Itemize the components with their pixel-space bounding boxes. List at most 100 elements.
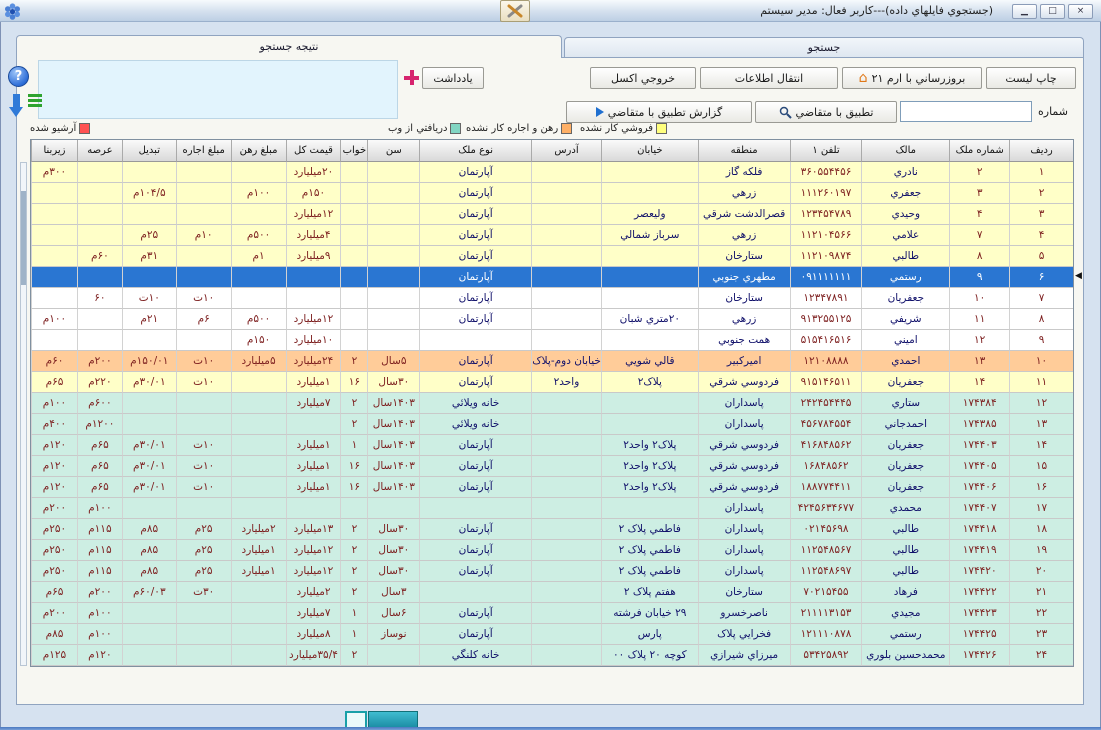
table-row[interactable]: ۲۳۱۷۴۴۲۵رستمي۱۲۱۱۱۰۸۷۸فخرايي پلاکپارسآپا… — [31, 624, 1073, 645]
column-header[interactable]: مبلغ اجاره — [176, 140, 231, 162]
match-applicant-button[interactable]: تطبيق با متقاضي — [755, 101, 897, 123]
column-header[interactable]: تلفن ۱ — [790, 140, 862, 162]
column-header[interactable]: رديف — [1009, 140, 1073, 162]
cell — [340, 498, 367, 519]
table-row[interactable]: ۱۲نادري۳۶۰۵۵۴۴۵۶فلکه گازآپارتمان۲۰ميليار… — [31, 162, 1073, 183]
table-row[interactable]: ۲۰۱۷۴۴۲۰طالبي۱۱۲۵۴۸۶۹۷پاسدارانفاطمي پلاک… — [31, 561, 1073, 582]
column-header[interactable]: آدرس — [531, 140, 601, 162]
cell — [367, 288, 419, 309]
cell: فردوسي شرقي — [698, 456, 790, 477]
tab-search[interactable]: جستجو — [564, 37, 1084, 58]
cell: پلاک۲ — [601, 372, 698, 393]
table-bar-icon — [28, 99, 42, 102]
column-header[interactable]: مالک — [861, 140, 949, 162]
maximize-button[interactable]: □ — [1040, 4, 1065, 19]
cell — [122, 603, 176, 624]
cell: ۲۵م — [176, 540, 231, 561]
table-row[interactable]: ۴۷علامي۱۱۲۱۰۴۵۶۶زرهيسرباز شماليآپارتمان۴… — [31, 225, 1073, 246]
table-row[interactable]: ۲۴۱۷۴۴۲۶محمدحسين بلوري۵۳۴۲۵۸۹۲ميرزاي شير… — [31, 645, 1073, 666]
table-row[interactable]: ۹۱۲اميني۵۱۵۴۱۶۵۱۶همت جنوبي۱۰ميليارد۱۵۰م — [31, 330, 1073, 351]
cell: ۲۹ خيابان فرشته — [601, 603, 698, 624]
cell: قصرالدشت شرقي — [698, 204, 790, 225]
note-button[interactable]: يادداشت — [422, 67, 484, 89]
table-row[interactable]: ۲۲۱۷۴۴۲۳مجيدي۲۱۱۱۱۳۱۵۳ناصرخسرو۲۹ خيابان … — [31, 603, 1073, 624]
cell — [176, 414, 231, 435]
close-button[interactable]: × — [1068, 4, 1093, 19]
import-from-web-icon[interactable] — [6, 92, 44, 124]
column-header[interactable]: عرصه — [77, 140, 122, 162]
cell: ۲۵م — [122, 225, 176, 246]
cell: ۸ — [949, 246, 1009, 267]
table-row[interactable]: ۱۳۱۷۴۳۸۵احمدجاني۴۵۶۷۸۴۵۵۴پاسدارانخانه وي… — [31, 414, 1073, 435]
column-header[interactable]: سن — [367, 140, 419, 162]
cell: ۱ميليارد — [286, 456, 341, 477]
cell: خانه کلنگي — [419, 645, 531, 666]
tools-button[interactable] — [500, 0, 530, 22]
cell: ۱۲ — [1009, 393, 1073, 414]
cell: کوچه ۲۰ پلاک ۰۰ — [601, 645, 698, 666]
cell: ۱۷۴۴۲۵ — [949, 624, 1009, 645]
table-row[interactable]: ۷۱۰جعفريان۱۲۳۴۷۸۹۱ستارخانآپارتمان۱۰ت۱۰ت۶… — [31, 288, 1073, 309]
column-header[interactable]: زيربنا — [31, 140, 77, 162]
cell: ۱۲۱۱۱۰۸۷۸ — [790, 624, 862, 645]
cell: ۲ — [340, 645, 367, 666]
table-row[interactable]: ۸۱۱شريفي۹۱۳۲۵۵۱۲۵زرهي۲۰متري شبانآپارتمان… — [31, 309, 1073, 330]
table-row[interactable]: ۲۳جعفري۱۱۱۲۶۰۱۹۷زرهيآپارتمان۱۵۰م۱۰۰م۱۰۴/… — [31, 183, 1073, 204]
table-row[interactable]: ۱۹۱۷۴۴۱۹طالبي۱۱۲۵۴۸۵۶۷پاسدارانفاطمي پلاک… — [31, 540, 1073, 561]
table-row[interactable]: ۵۸طالبي۱۱۲۱۰۹۸۷۴ستارخانآپارتمان۹ميليارد۱… — [31, 246, 1073, 267]
cell — [231, 582, 286, 603]
column-header[interactable]: منطقه — [698, 140, 790, 162]
column-header[interactable]: مبلغ رهن — [231, 140, 286, 162]
match-report-button[interactable]: گزارش تطبيق با متقاضي — [566, 101, 752, 123]
cell — [531, 456, 601, 477]
note-textarea[interactable] — [38, 60, 398, 119]
legend-swatch-archived — [79, 123, 90, 134]
table-row[interactable]: ۱۷۱۷۴۴۰۷محمدي۴۲۴۵۶۳۴۶۷۷پاسداران۱۰۰م۲۰۰م — [31, 498, 1073, 519]
cell: ۱۴۰۳سال — [367, 456, 419, 477]
cell: ۱۲ميليارد — [286, 309, 341, 330]
transfer-data-button[interactable]: انتقال اطلاعات — [700, 67, 838, 89]
table-row[interactable]: ۱۶۱۷۴۴۰۶جعفريان۱۸۸۷۷۴۴۱۱فردوسي شرقيپلاک۲… — [31, 477, 1073, 498]
table-row[interactable]: ۳۴وحيدي۱۲۳۴۵۴۷۸۹قصرالدشت شرقيوليعصرآپارت… — [31, 204, 1073, 225]
cell: ۲۰۰م — [77, 582, 122, 603]
column-header[interactable]: تبديل — [122, 140, 176, 162]
minimize-button[interactable]: ▁ — [1012, 4, 1037, 19]
grid-body: ۱۲نادري۳۶۰۵۵۴۴۵۶فلکه گازآپارتمان۲۰ميليار… — [31, 162, 1073, 666]
table-row[interactable]: ۱۵۱۷۴۴۰۵جعفريان۱۶۸۴۸۵۶۲فردوسي شرقيپلاک۲ … — [31, 456, 1073, 477]
tab-search-result[interactable]: نتيجه جستجو — [16, 35, 562, 58]
column-header[interactable]: نوع ملک — [419, 140, 531, 162]
help-icon[interactable]: ? — [8, 66, 29, 87]
cell — [531, 183, 601, 204]
cell — [367, 309, 419, 330]
update-arm21-button[interactable]: بروزرساني با ارم ۲۱ ⌂ — [842, 67, 982, 89]
print-list-button[interactable]: چاپ ليست — [986, 67, 1076, 89]
column-header[interactable]: خيابان — [601, 140, 698, 162]
table-row[interactable]: ۱۴۱۷۴۴۰۳جعفريان۴۱۶۸۴۸۵۶۲فردوسي شرقيپلاک۲… — [31, 435, 1073, 456]
cell: ۶سال — [367, 603, 419, 624]
cell: آپارتمان — [419, 372, 531, 393]
cell: ۱۷ — [1009, 498, 1073, 519]
cell: ۱۵۰م — [231, 330, 286, 351]
cell: خانه ويلائي — [419, 414, 531, 435]
cell: فاطمي پلاک ۲ — [601, 519, 698, 540]
vertical-scrollbar[interactable] — [20, 162, 27, 666]
table-row[interactable]: ۱۲۱۷۴۳۸۴ستاري۲۴۲۴۵۴۴۴۵پاسدارانخانه ويلائ… — [31, 393, 1073, 414]
table-row[interactable]: ۲۱۱۷۴۴۲۲فرهاد۷۰۲۱۵۴۵۵ستارخانهفتم پلاک ۲۳… — [31, 582, 1073, 603]
cell: ۱۰۰م — [31, 309, 77, 330]
column-header[interactable]: شماره ملک — [949, 140, 1009, 162]
excel-export-button[interactable]: خروجي اکسل — [590, 67, 696, 89]
table-row[interactable]: ۶۹رستمي۰۹۱۱۱۱۱۱۱مطهري جنوبيآپارتمان — [31, 267, 1073, 288]
add-note-plus-icon[interactable] — [404, 70, 419, 85]
table-row[interactable]: ۱۱۱۴جعفريان۹۱۵۱۴۶۵۱۱فردوسي شرقيپلاک۲واحد… — [31, 372, 1073, 393]
cell: ۱ — [340, 603, 367, 624]
table-row[interactable]: ۱۸۱۷۴۴۱۸طالبي۰۲۱۴۵۶۹۸پاسدارانفاطمي پلاک … — [31, 519, 1073, 540]
column-header[interactable]: قيمت کل — [286, 140, 341, 162]
column-header[interactable]: خواب — [340, 140, 367, 162]
table-row[interactable]: ۱۰۱۳احمدي۱۲۱۰۸۸۸۸اميرکبيرقالي شوييخيابان… — [31, 351, 1073, 372]
cell: آپارتمان — [419, 351, 531, 372]
cell: رستمي — [861, 267, 949, 288]
number-input[interactable] — [900, 101, 1032, 122]
scrollbar-thumb[interactable] — [21, 191, 26, 285]
cell: ناصرخسرو — [698, 603, 790, 624]
cell: ۶۰م — [77, 246, 122, 267]
